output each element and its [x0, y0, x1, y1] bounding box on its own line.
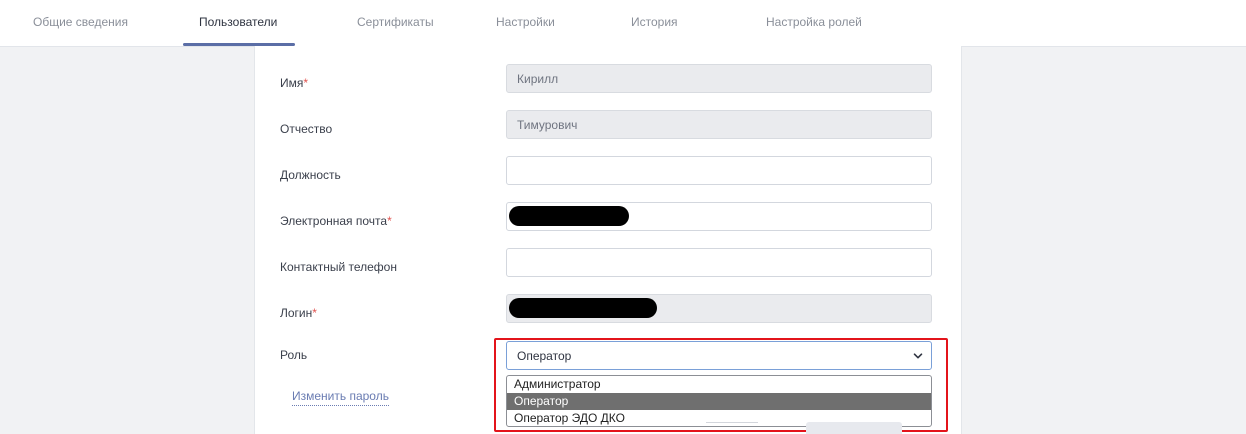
chevron-down-icon	[913, 353, 923, 359]
tab-users[interactable]: Пользователи	[199, 0, 277, 44]
tab-history[interactable]: История	[631, 0, 678, 44]
hidden-button-right	[806, 422, 902, 434]
role-label: Роль	[280, 348, 308, 362]
tab-bar: Общие сведения Пользователи Сертификаты …	[0, 0, 1246, 47]
role-options-list: Администратор Оператор Оператор ЭДО ДКО	[506, 375, 932, 427]
first-name-field[interactable]	[506, 64, 932, 93]
position-field[interactable]	[506, 156, 932, 185]
change-password-link[interactable]: Изменить пароль	[292, 389, 389, 406]
role-option-operator[interactable]: Оператор	[507, 393, 931, 410]
patronymic-label: Отчество	[280, 122, 333, 136]
phone-field[interactable]	[506, 248, 932, 277]
hidden-button-left	[706, 422, 758, 434]
tab-roles[interactable]: Настройка ролей	[766, 0, 862, 44]
patronymic-field[interactable]	[506, 110, 932, 139]
phone-label: Контактный телефон	[280, 260, 397, 274]
email-label: Электронная почта*	[280, 214, 392, 228]
role-option-administrator[interactable]: Администратор	[507, 376, 931, 393]
redacted-login	[509, 298, 657, 318]
role-select[interactable]: Оператор	[506, 341, 932, 370]
login-label: Логин*	[280, 306, 317, 320]
first-name-label: Имя*	[280, 76, 309, 90]
tab-settings[interactable]: Настройки	[496, 0, 555, 44]
redacted-email	[509, 206, 629, 226]
tab-certificates[interactable]: Сертификаты	[357, 0, 434, 44]
tab-general[interactable]: Общие сведения	[33, 0, 128, 44]
role-selected-value: Оператор	[517, 349, 572, 363]
position-label: Должность	[280, 168, 341, 182]
